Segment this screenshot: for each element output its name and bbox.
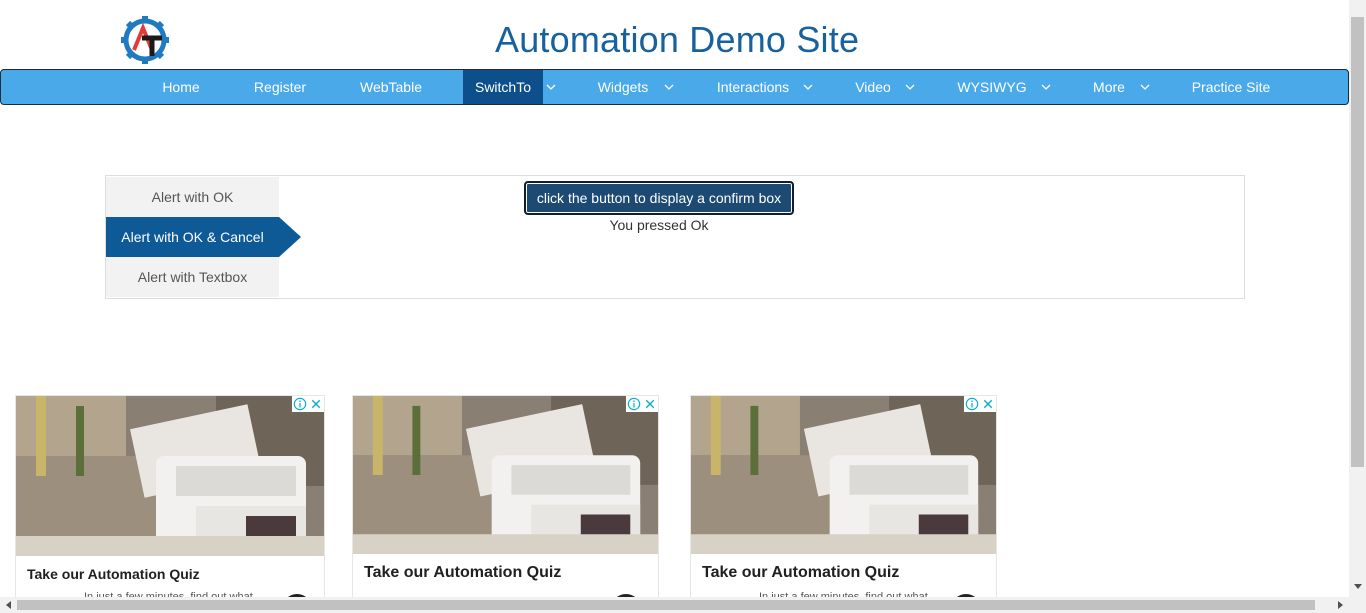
tab-alert-ok-cancel[interactable]: Alert with OK & Cancel xyxy=(106,217,301,257)
ad-close-icon[interactable] xyxy=(308,396,324,412)
ad-card[interactable]: Take our Automation Quiz In just a few m… xyxy=(15,395,325,600)
ad-info-icon[interactable] xyxy=(626,396,642,412)
nav-wysiwyg[interactable]: WYSIWYG xyxy=(947,70,1037,104)
nav-practice-site[interactable]: Practice Site xyxy=(1177,70,1285,104)
ad-card[interactable]: Take our Automation Quiz xyxy=(352,395,659,600)
ad-title: Take our Automation Quiz xyxy=(27,566,200,582)
site-logo-icon xyxy=(120,14,170,66)
ad-title: Take our Automation Quiz xyxy=(702,564,900,581)
ad-close-icon[interactable] xyxy=(980,396,996,412)
chevron-down-icon[interactable] xyxy=(1038,70,1054,104)
nav-video[interactable]: Video xyxy=(843,70,903,104)
vertical-scrollbar[interactable] xyxy=(1349,0,1366,597)
ad-image xyxy=(691,396,996,554)
main-navbar: Home Register WebTable SwitchTo Widgets … xyxy=(0,69,1349,105)
horizontal-scroll-thumb[interactable] xyxy=(17,600,1315,610)
confirm-box-button[interactable]: click the button to display a confirm bo… xyxy=(524,181,794,215)
nav-webtable[interactable]: WebTable xyxy=(343,70,439,104)
tab-alert-ok[interactable]: Alert with OK xyxy=(106,177,279,217)
vertical-scroll-thumb[interactable] xyxy=(1351,17,1364,467)
nav-register[interactable]: Register xyxy=(236,70,324,104)
nav-interactions[interactable]: Interactions xyxy=(703,70,803,104)
chevron-down-icon[interactable] xyxy=(902,70,918,104)
chevron-down-icon[interactable] xyxy=(543,70,559,104)
scroll-down-arrow-icon[interactable] xyxy=(1349,578,1366,594)
scroll-left-arrow-icon[interactable] xyxy=(0,597,17,613)
result-text: You pressed Ok xyxy=(609,217,709,233)
scroll-right-arrow-icon[interactable] xyxy=(1332,597,1349,613)
ad-info-icon[interactable] xyxy=(292,396,308,412)
nav-more[interactable]: More xyxy=(1081,70,1137,104)
horizontal-scrollbar[interactable] xyxy=(0,597,1366,613)
nav-switchto[interactable]: SwitchTo xyxy=(463,70,543,104)
ad-title: Take our Automation Quiz xyxy=(364,564,562,581)
nav-widgets[interactable]: Widgets xyxy=(583,70,663,104)
chevron-down-icon[interactable] xyxy=(800,70,816,104)
ad-image xyxy=(16,396,324,556)
chevron-down-icon[interactable] xyxy=(661,70,677,104)
ad-image xyxy=(353,396,658,554)
ad-info-icon[interactable] xyxy=(964,396,980,412)
ad-close-icon[interactable] xyxy=(642,396,658,412)
site-title: Automation Demo Site xyxy=(495,19,860,60)
chevron-down-icon[interactable] xyxy=(1137,70,1153,104)
tab-alert-textbox[interactable]: Alert with Textbox xyxy=(106,257,279,297)
nav-home[interactable]: Home xyxy=(142,70,220,104)
ad-card[interactable]: Take our Automation Quiz In just a few m… xyxy=(690,395,997,600)
